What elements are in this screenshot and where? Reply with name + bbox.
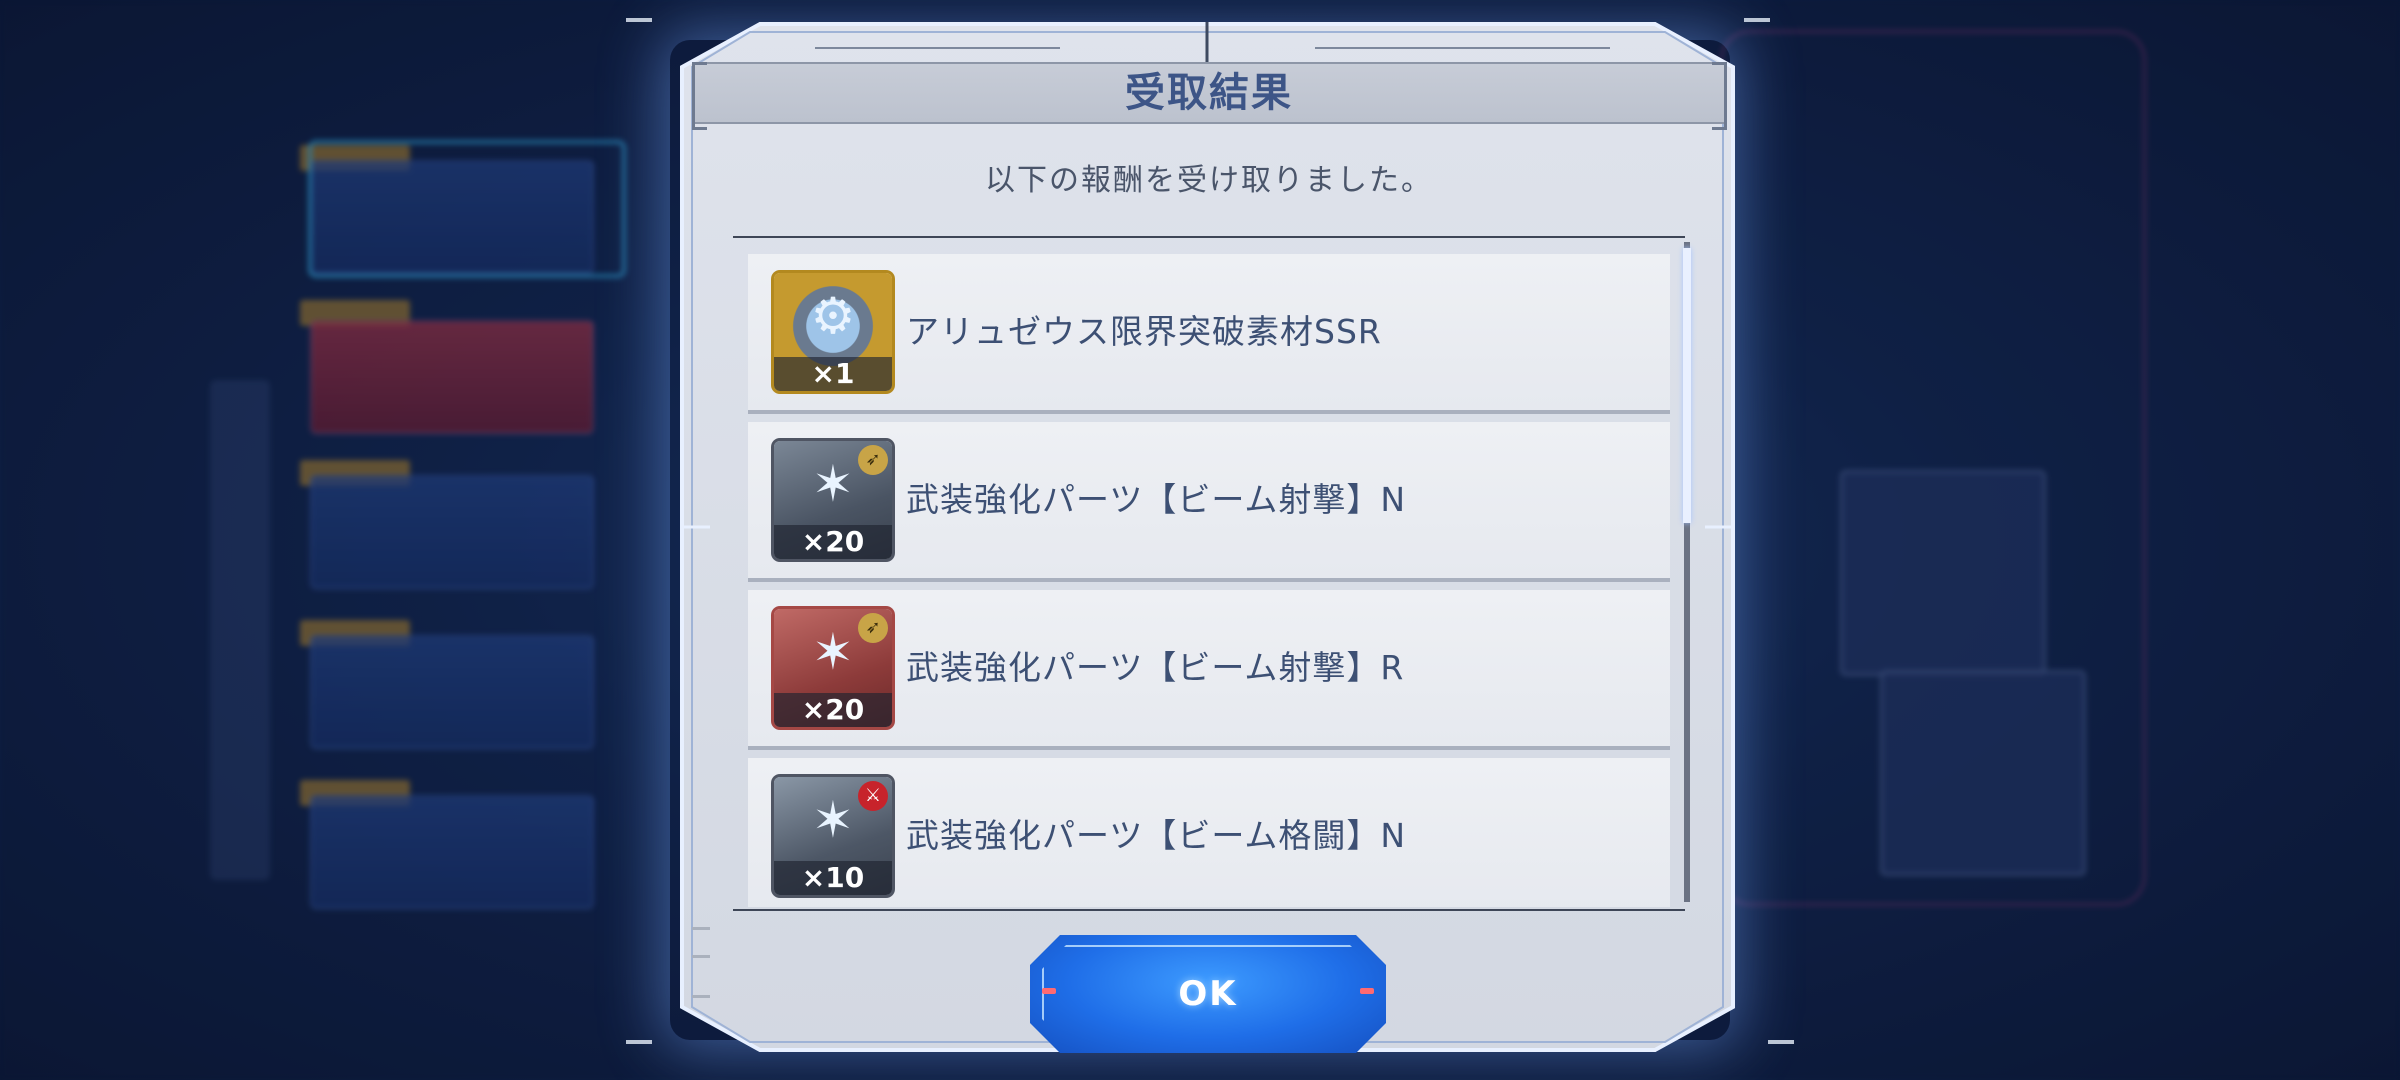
reward-name: アリュゼウス限界突破素材SSR [906,312,1382,351]
beam-melee-part-n-icon: ✶ ⚔ ×10 [774,777,892,895]
reward-count: ×1 [774,357,892,391]
ok-button-right-mark [1360,988,1374,994]
dialog-title: 受取結果 [1125,70,1293,116]
corner-tick [1744,18,1770,22]
beam-melee-badge-icon: ⚔ [858,781,888,811]
reward-item: ✶ ⚔ ×10 武装強化パーツ【ビーム格闘】N [748,758,1670,907]
list-bottom-divider [733,909,1685,911]
ok-button[interactable] [1030,935,1386,1053]
corner-tick [626,1040,652,1044]
reward-item: ✶ ➶ ×20 武装強化パーツ【ビーム射撃】N [748,422,1670,578]
reward-name: 武装強化パーツ【ビーム射撃】R [906,648,1405,687]
ok-button-left-mark [1042,988,1056,994]
reward-item: ✶ ➶ ×20 武装強化パーツ【ビーム射撃】R [748,590,1670,746]
side-dash [692,955,710,958]
beam-shooting-part-n-icon: ✶ ➶ ×20 [774,441,892,559]
dialog-message: 以下の報酬を受け取りました。 [985,163,1433,198]
gundam-unit-ssr-icon: ⚙ ×1 [774,273,892,391]
list-top-divider [733,236,1685,238]
reward-count: ×10 [774,861,892,895]
scrollbar-thumb[interactable] [1683,248,1691,523]
corner-tick [626,18,652,22]
beam-shooting-part-r-icon: ✶ ➶ ×20 [774,609,892,727]
reward-name: 武装強化パーツ【ビーム格闘】N [906,816,1407,855]
beam-shooting-badge-icon: ➶ [858,613,888,643]
reward-count: ×20 [774,693,892,727]
side-dash [692,927,710,930]
beam-shooting-badge-icon: ➶ [858,445,888,475]
reward-item: ⚙ ×1 アリュゼウス限界突破素材SSR [748,254,1670,410]
reward-name: 武装強化パーツ【ビーム射撃】N [906,480,1407,519]
reward-count: ×20 [774,525,892,559]
corner-tick [1768,1040,1794,1044]
reward-list[interactable]: ⚙ ×1 アリュゼウス限界突破素材SSR ✶ ➶ ×20 武装強化パーツ【ビーム… [748,252,1673,907]
side-dash [692,995,710,998]
